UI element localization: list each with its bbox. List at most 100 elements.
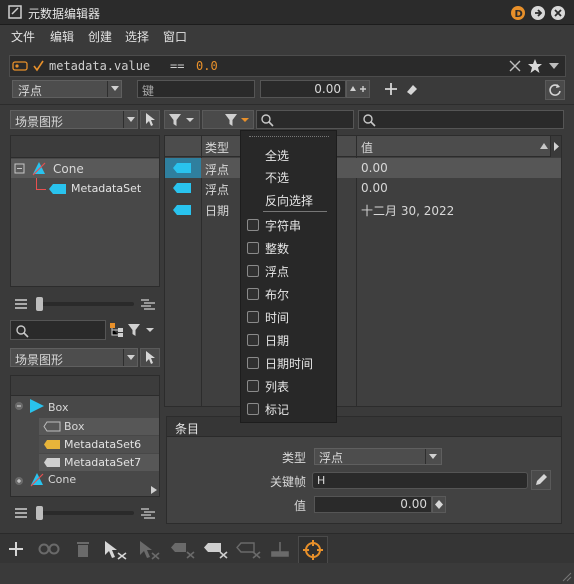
menu-window[interactable]: 窗口 [163,28,187,45]
value-input[interactable]: 0.00 [314,496,432,513]
add-icon[interactable] [7,540,25,558]
collapse-icon[interactable] [13,162,27,176]
key-icon [12,59,28,73]
left-filter-icon[interactable] [127,322,157,338]
menu-select-none[interactable]: 不选 [265,169,289,186]
menu-invert-selection[interactable]: 反向选择 [265,192,313,209]
expression-bar[interactable]: metadata.value == 0.0 [9,55,566,77]
tree-item-box[interactable]: Box [48,401,68,414]
metadata-table[interactable]: 类型 值 浮点 0.00 浮点 0.00 日期 十二月 30, 2022 [164,135,562,407]
scene-tree-top[interactable]: Cone MetadataSet [10,135,160,287]
row-value[interactable]: 0.00 [361,161,388,175]
global-search-input[interactable] [358,110,564,129]
tree-item-box-2[interactable]: Box [64,420,84,433]
row-value[interactable]: 0.00 [361,181,388,195]
svg-text:D: D [515,9,523,20]
type-filter-dropdown[interactable]: 浮点 [12,80,122,98]
select-arrow-button-2[interactable] [140,348,160,367]
tree-item-metadataset7[interactable]: MetadataSet7 [64,456,141,469]
checkbox-time[interactable] [247,311,259,323]
key-input[interactable]: 键 [137,80,255,98]
checkbox-date[interactable] [247,334,259,346]
menu-type-bool[interactable]: 布尔 [265,286,289,303]
number-stepper[interactable] [346,80,370,98]
value-search-input[interactable] [256,110,354,129]
menu-type-time[interactable]: 时间 [265,309,289,326]
column-type-header[interactable]: 类型 [205,139,229,156]
scene-graph-dropdown[interactable]: 场景图形 [10,110,138,129]
select-objects-icon[interactable] [102,539,128,561]
tree-item-cone-2[interactable]: Cone [48,473,76,486]
scene-tree-bottom[interactable]: Box Box MetadataSet6 MetadataSet7 Cone [10,375,160,497]
zoom-slider[interactable] [36,297,134,311]
menu-type-tag[interactable]: 标记 [265,401,289,418]
clear-icon[interactable] [508,59,522,73]
tree-item-metadataset[interactable]: MetadataSet [71,182,141,195]
left-search-input[interactable] [10,320,106,340]
menu-type-datetime[interactable]: 日期时间 [265,355,313,372]
link-icon[interactable] [37,540,61,558]
menu-type-date[interactable]: 日期 [265,332,289,349]
menu-bar: 文件 编辑 创建 选择 窗口 [0,25,574,47]
tag-delete-icon[interactable] [203,540,229,560]
detail-view-icon[interactable] [139,506,157,520]
checkbox-float[interactable] [247,265,259,277]
checkbox-tag[interactable] [247,403,259,415]
menu-select[interactable]: 选择 [125,28,149,45]
expand-icon[interactable] [14,476,24,486]
column-scroll-right[interactable] [550,136,561,157]
entry-panel: 条目 类型 浮点 关键帧 H 值 0.00 [166,416,562,524]
menu-select-all[interactable]: 全选 [265,147,289,164]
tag-remove-icon[interactable] [170,540,196,560]
tag-outline-remove-icon[interactable] [236,540,262,560]
badge-icon[interactable]: D [511,6,525,20]
delete-icon[interactable] [75,539,91,559]
eraser-icon[interactable] [404,81,420,97]
add-icon[interactable] [383,81,399,97]
scene-graph-dropdown-2[interactable]: 场景图形 [10,348,138,367]
menu-type-list[interactable]: 列表 [265,378,289,395]
tree-item-metadataset6[interactable]: MetadataSet6 [64,438,141,451]
menu-type-integer[interactable]: 整数 [265,240,289,257]
checkbox-integer[interactable] [247,242,259,254]
value-stepper[interactable] [432,496,446,513]
menu-type-float[interactable]: 浮点 [265,263,289,280]
column-value-header[interactable]: 值 [361,139,373,156]
checkbox-datetime[interactable] [247,357,259,369]
number-input[interactable]: 0.00 [260,80,346,98]
row-type: 日期 [205,204,230,218]
collapse-icon[interactable] [14,401,24,411]
menu-edit[interactable]: 编辑 [50,28,74,45]
filter-button-1[interactable] [164,110,200,129]
filter-button-2[interactable] [202,110,254,129]
forward-icon[interactable] [531,6,545,20]
dropdown-arrow-icon[interactable] [547,60,561,72]
close-icon[interactable] [551,6,565,20]
type-filter-menu[interactable]: 全选 不选 反向选择 字符串 整数 浮点 布尔 时间 日期 日期时间 列表 标记 [240,130,337,423]
detail-view-icon[interactable] [139,297,157,311]
menu-file[interactable]: 文件 [11,28,35,45]
hierarchy-icon[interactable] [109,322,125,338]
sort-icon[interactable] [539,142,549,150]
clean-icon[interactable] [268,540,292,560]
menu-create[interactable]: 创建 [88,28,112,45]
scroll-right-icon[interactable] [150,485,158,495]
star-icon[interactable] [527,58,543,74]
resize-grip-icon[interactable] [562,572,572,582]
checkbox-string[interactable] [247,219,259,231]
checkbox-list[interactable] [247,380,259,392]
list-view-icon[interactable] [13,297,29,311]
target-button[interactable] [298,536,328,564]
edit-button[interactable] [531,470,551,490]
list-view-icon[interactable] [13,506,29,520]
select-remove-icon[interactable] [137,539,161,561]
select-arrow-button[interactable] [140,110,160,129]
row-value[interactable]: 十二月 30, 2022 [361,202,454,219]
menu-type-string[interactable]: 字符串 [265,217,301,234]
tree-item-cone[interactable]: Cone [53,162,84,176]
keyframe-input[interactable]: H [312,472,528,489]
refresh-button[interactable] [545,80,565,100]
checkbox-bool[interactable] [247,288,259,300]
zoom-slider-2[interactable] [36,506,134,520]
entry-type-dropdown[interactable]: 浮点 [314,448,442,465]
